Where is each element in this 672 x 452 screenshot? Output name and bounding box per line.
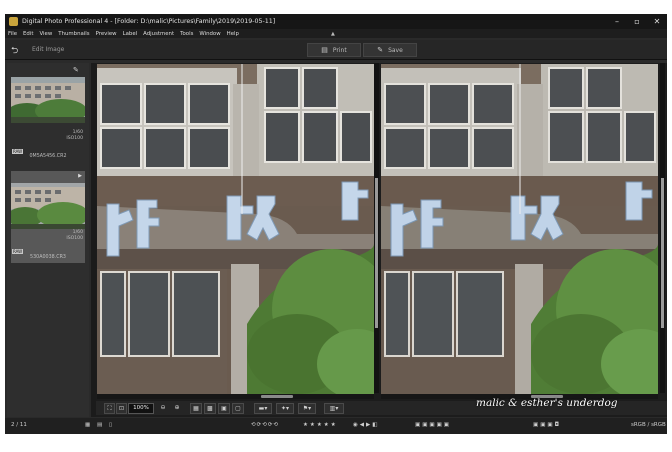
highlight-warning-icon[interactable]: ▣ xyxy=(218,403,230,414)
menu-file[interactable]: File xyxy=(5,31,20,37)
print-button[interactable]: ▤ Print xyxy=(307,43,361,57)
menu-edit[interactable]: Edit xyxy=(20,31,36,37)
shadow-warning-icon[interactable]: ▢ xyxy=(232,403,244,414)
grid-icon[interactable]: ▩ xyxy=(204,403,216,414)
navigation-icons[interactable]: ◉◀▶◧ xyxy=(353,422,379,428)
scroll-thumb[interactable] xyxy=(661,178,664,328)
thumbnail-item[interactable]: 1/60 ISO100 RAW 0M5A5456.CR2 xyxy=(11,77,85,161)
scroll-thumb[interactable] xyxy=(261,395,293,398)
thumbnail-filename: 0M5A5456.CR2 xyxy=(29,154,67,159)
right-vertical-scrollbar[interactable] xyxy=(660,63,665,393)
menu-help[interactable]: Help xyxy=(224,31,242,37)
pin-icon[interactable]: ✎ xyxy=(73,66,79,74)
preview-right[interactable] xyxy=(381,64,658,394)
thumbnail-item-selected[interactable]: ▶ 1/60 ISO100 RAW 530A0038.CR3 xyxy=(11,171,85,263)
compare-viewer: ⛶ ⊡ 100% ⊖ ⊕ ▦ ▩ ▣ ▢ ▬▾ ✦▾ ⚑▾ ▥▾ xyxy=(96,63,667,417)
main-toolbar: ⮌ Edit Image ▤ Print ✎ Save xyxy=(5,40,667,60)
thumbnail-iso: ISO100 xyxy=(66,235,83,241)
save-button[interactable]: ✎ Save xyxy=(363,43,417,57)
layout-button[interactable]: ▥▾ xyxy=(324,403,344,414)
screenshot-frame: Digital Photo Professional 4 - [Folder: … xyxy=(0,0,672,452)
title-bar: Digital Photo Professional 4 - [Folder: … xyxy=(5,14,667,29)
window-title: Digital Photo Professional 4 - [Folder: … xyxy=(22,18,276,25)
panel-toggle-icons[interactable]: ▣▣▣◘ xyxy=(533,422,561,428)
edit-image-label[interactable]: Edit Image xyxy=(32,46,64,53)
restore-icon[interactable]: ▫ xyxy=(627,14,647,29)
back-arrow-icon[interactable]: ⮌ xyxy=(11,43,18,59)
printer-icon: ▤ xyxy=(321,46,328,54)
thumbnail-iso: ISO100 xyxy=(66,135,83,141)
window-controls: – ▫ ✕ xyxy=(607,14,667,29)
preview-left[interactable] xyxy=(97,64,374,394)
menu-bar: File Edit View Thumbnails Preview Label … xyxy=(5,29,667,38)
thumbnail-exif: 1/60 ISO100 xyxy=(66,230,83,241)
print-label: Print xyxy=(332,46,347,54)
menu-adjustment[interactable]: Adjustment xyxy=(140,31,177,37)
thumbnail-image xyxy=(11,183,85,229)
scroll-thumb[interactable] xyxy=(375,178,378,328)
thumbnail-exif: 1/60 ISO100 xyxy=(66,130,83,141)
app-logo-icon xyxy=(9,17,18,26)
menu-preview[interactable]: Preview xyxy=(93,31,120,37)
zoom-out-icon[interactable]: ⊖ xyxy=(158,403,168,412)
left-horizontal-scrollbar[interactable] xyxy=(97,394,374,399)
single-view-icon[interactable]: ▯ xyxy=(109,422,112,428)
watermark-text: malic & esther's underdog xyxy=(476,397,618,409)
status-bar: 2 / 11 ▦ ▤ ▯ ⟲⟳⟲⟳⟲ ★★★★★ ◉◀▶◧ ▣▣▣▣▣ ▣▣▣◘… xyxy=(5,418,667,434)
thumbnail-image xyxy=(11,77,85,123)
save-label: Save xyxy=(388,46,403,54)
collapse-toolbar-icon[interactable]: ▲ xyxy=(331,31,335,37)
thumbnail-sidebar: ✎ 1/60 ISO100 RAW 0M5A5456.CR2 ▶ 1/60 IS… xyxy=(7,63,89,417)
raw-badge: RAW xyxy=(12,249,24,254)
close-icon[interactable]: ✕ xyxy=(647,14,667,29)
label-color-icons[interactable]: ▣▣▣▣▣ xyxy=(415,422,451,428)
app-window: Digital Photo Professional 4 - [Folder: … xyxy=(5,14,667,434)
save-icon: ✎ xyxy=(377,46,384,54)
color-space-label: sRGB / sRGB xyxy=(631,422,666,428)
image-counter: 2 / 11 xyxy=(11,422,27,428)
list-view-icon[interactable]: ▤ xyxy=(97,422,102,428)
rating-stars-icon[interactable]: ★★★★★ xyxy=(303,422,338,428)
zoom-in-icon[interactable]: ⊕ xyxy=(172,403,182,412)
left-vertical-scrollbar[interactable] xyxy=(374,63,379,393)
menu-tools[interactable]: Tools xyxy=(177,31,196,37)
minimize-icon[interactable]: – xyxy=(607,14,627,29)
af-point-icon[interactable]: ▦ xyxy=(190,403,202,414)
photo-building-right xyxy=(381,64,658,394)
sync-button[interactable]: ⚑▾ xyxy=(298,403,316,414)
thumbnail-view-icon[interactable]: ▦ xyxy=(85,422,90,428)
rotate-and-rating-icons[interactable]: ⟲⟳⟲⟳⟲ xyxy=(251,422,279,428)
menu-window[interactable]: Window xyxy=(196,31,223,37)
compare-mode-button[interactable]: ✦▾ xyxy=(276,403,294,414)
menu-label[interactable]: Label xyxy=(120,31,141,37)
flag-icon: ▶ xyxy=(78,173,82,179)
zoom-input[interactable]: 100% xyxy=(128,403,154,414)
thumbnail-filename: 530A0038.CR3 xyxy=(30,255,66,260)
zoom-level-icon[interactable]: ⊡ xyxy=(116,403,127,414)
fit-window-icon[interactable]: ⛶ xyxy=(104,403,115,414)
photo-building-left xyxy=(97,64,374,394)
display-mode-button[interactable]: ▬▾ xyxy=(254,403,272,414)
menu-view[interactable]: View xyxy=(36,31,55,37)
menu-thumbnails[interactable]: Thumbnails xyxy=(55,31,92,37)
